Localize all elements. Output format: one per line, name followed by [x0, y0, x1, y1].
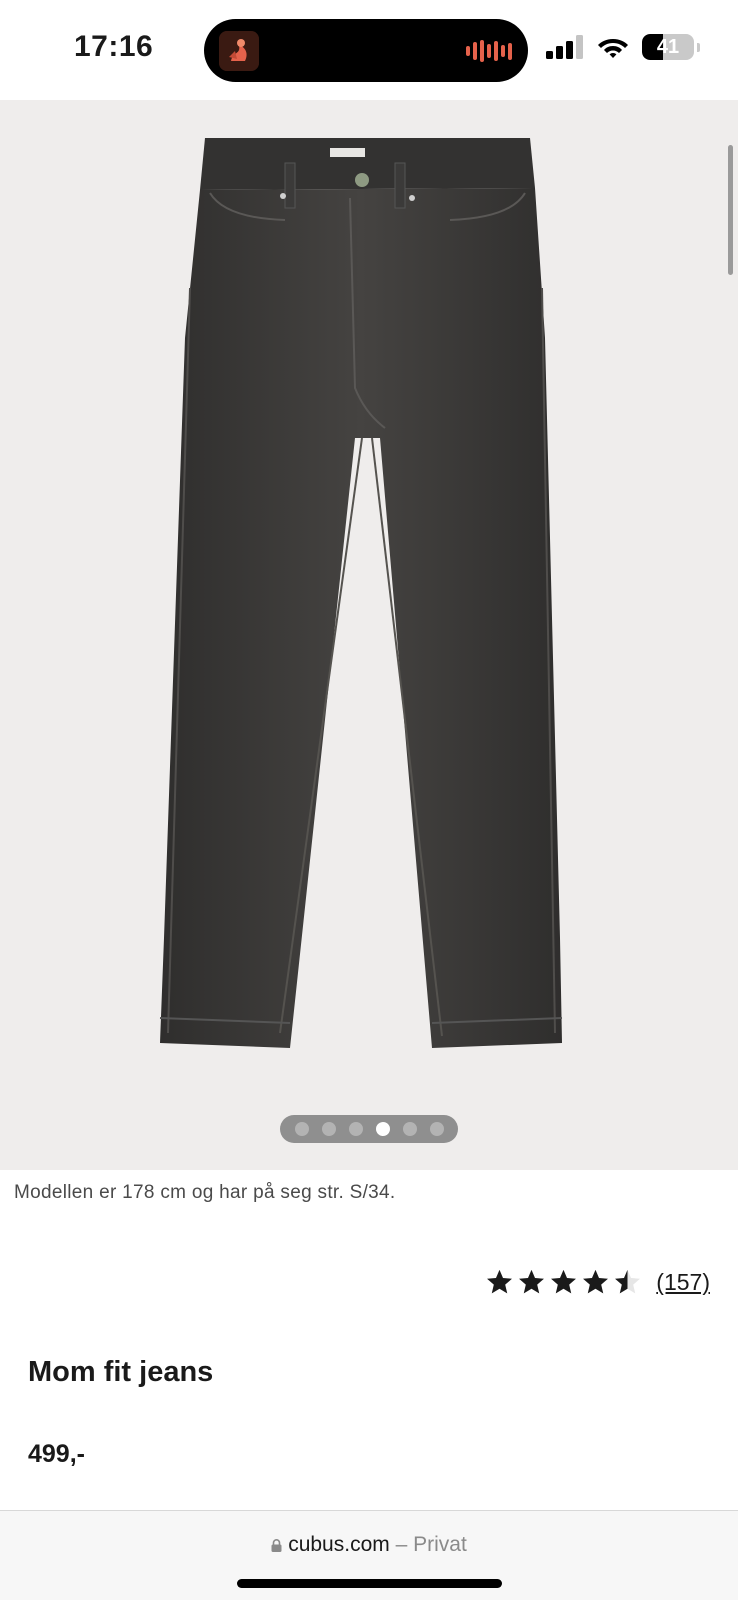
model-size-note: Modellen er 178 cm og har på seg str. S/… — [14, 1182, 396, 1203]
gallery-dot[interactable] — [294, 1122, 309, 1136]
review-count-link[interactable]: (157) — [656, 1269, 710, 1296]
browsing-mode-label: Privat — [413, 1533, 467, 1556]
product-image-gallery[interactable] — [0, 100, 738, 1170]
scrollbar[interactable] — [728, 145, 733, 275]
battery-level: 41 — [656, 36, 680, 58]
dynamic-island[interactable] — [204, 19, 528, 82]
rating-stars — [485, 1268, 642, 1297]
page: 17:16 41 Modellen er 178 cm og har på se… — [0, 0, 738, 1600]
browser-address-bar[interactable]: cubus.com – Privat — [0, 1510, 738, 1600]
signal-icon — [546, 35, 583, 59]
status-bar: 17:16 41 — [0, 0, 738, 100]
battery-icon: 41 — [642, 34, 694, 60]
gallery-dot[interactable] — [375, 1122, 390, 1136]
star-icon — [487, 1269, 513, 1294]
url-domain: cubus.com — [288, 1533, 390, 1556]
product-price: 499,- — [28, 1440, 85, 1468]
gallery-dot[interactable] — [402, 1122, 417, 1136]
audio-waveform-icon — [466, 40, 512, 62]
lock-icon — [271, 1539, 282, 1552]
product-title: Mom fit jeans — [28, 1356, 214, 1388]
status-icons: 41 — [546, 34, 700, 60]
url-display[interactable]: cubus.com – Privat — [0, 1533, 738, 1557]
url-separator: – — [389, 1533, 414, 1556]
gallery-dot[interactable] — [348, 1122, 363, 1136]
gallery-dot[interactable] — [321, 1122, 336, 1136]
product-rating[interactable]: (157) — [485, 1268, 710, 1297]
jeans-product-image — [159, 138, 563, 1048]
home-indicator[interactable] — [237, 1579, 502, 1588]
wifi-icon — [598, 39, 628, 58]
gallery-pagination[interactable] — [280, 1115, 458, 1143]
now-playing-artwork-icon — [219, 31, 259, 71]
star-icon — [519, 1269, 545, 1294]
gallery-dot[interactable] — [429, 1122, 444, 1136]
battery-tip — [697, 42, 700, 52]
star-icon — [615, 1269, 641, 1294]
star-icon — [583, 1269, 609, 1294]
star-icon — [551, 1269, 577, 1294]
status-time: 17:16 — [74, 30, 154, 63]
